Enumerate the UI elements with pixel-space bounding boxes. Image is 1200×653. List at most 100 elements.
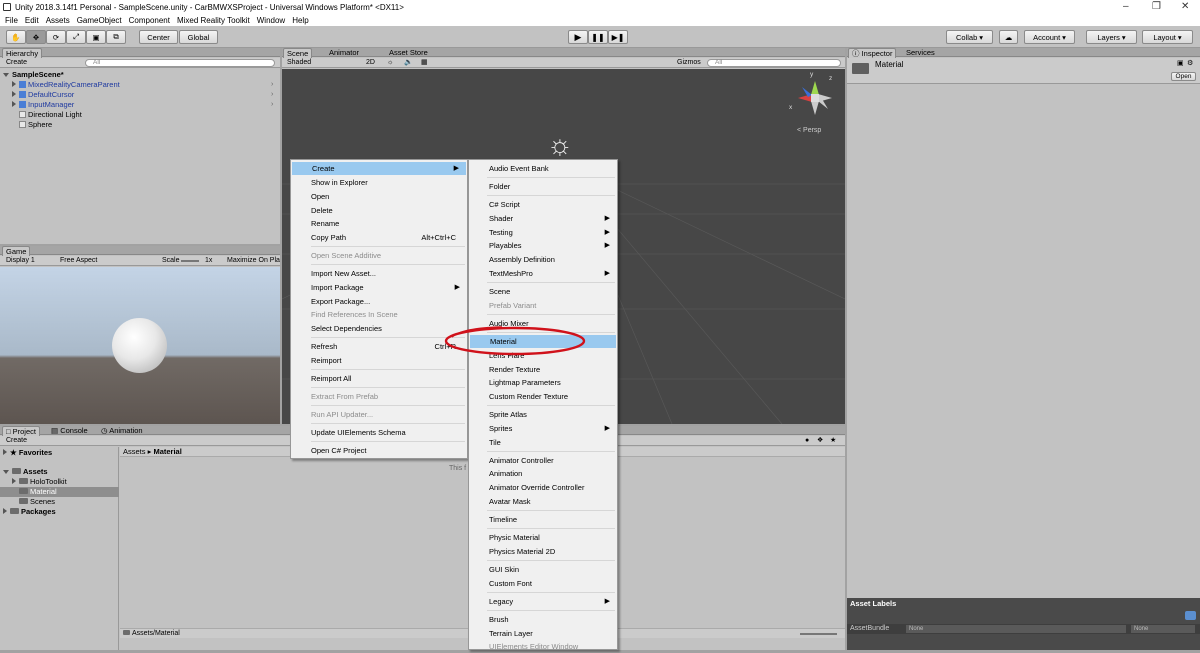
- expand-arrow-icon[interactable]: [3, 449, 7, 455]
- hierarchy-item[interactable]: Sphere: [19, 120, 52, 130]
- tab-console[interactable]: ▤ Console: [48, 426, 91, 436]
- menu-item-animator-override-controller[interactable]: Animator Override Controller: [469, 481, 617, 494]
- tab-services[interactable]: Services: [903, 48, 938, 58]
- menu-item-export-package[interactable]: Export Package...: [291, 295, 467, 308]
- hand-tool-icon[interactable]: ✋: [6, 30, 26, 44]
- menu-item-show-in-explorer[interactable]: Show in Explorer: [291, 176, 467, 189]
- expand-arrow-icon[interactable]: [12, 91, 16, 97]
- menu-item-terrain-layer[interactable]: Terrain Layer: [469, 627, 617, 640]
- menu-item-tile[interactable]: Tile: [469, 436, 617, 449]
- scale-slider[interactable]: [181, 260, 199, 262]
- menu-item-avatar-mask[interactable]: Avatar Mask: [469, 495, 617, 508]
- help-book-icon[interactable]: ▣: [1177, 59, 1184, 67]
- more-arrow-icon[interactable]: ›: [271, 91, 273, 98]
- tab-scene[interactable]: Scene: [283, 48, 313, 58]
- favorite-star-icon[interactable]: ★: [830, 436, 836, 444]
- menu-edit[interactable]: Edit: [25, 16, 39, 25]
- layout-button[interactable]: Layout ▾: [1142, 30, 1193, 44]
- tab-asset-store[interactable]: Asset Store: [386, 48, 431, 58]
- search-by-label-icon[interactable]: ❖: [817, 436, 823, 444]
- audio-toggle-icon[interactable]: 🔈: [404, 58, 413, 68]
- menu-item-import-new-asset[interactable]: Import New Asset...: [291, 267, 467, 280]
- menu-item-animation[interactable]: Animation: [469, 467, 617, 480]
- 2d-toggle[interactable]: 2D: [366, 58, 375, 68]
- folder-item[interactable]: HoloToolkit: [12, 477, 67, 487]
- rect-tool-icon[interactable]: ▣: [86, 30, 106, 44]
- menu-component[interactable]: Component: [129, 16, 170, 25]
- hierarchy-item[interactable]: InputManager: [12, 100, 74, 110]
- gizmos-dropdown[interactable]: Gizmos: [677, 58, 701, 68]
- pause-button[interactable]: ❚❚: [588, 30, 608, 44]
- label-tag-icon[interactable]: [1185, 611, 1196, 620]
- menu-file[interactable]: File: [5, 16, 18, 25]
- menu-item-lightmap-parameters[interactable]: Lightmap Parameters: [469, 376, 617, 389]
- tab-animation[interactable]: ◷ Animation: [98, 426, 146, 436]
- menu-item-shader[interactable]: Shader ▶: [469, 212, 617, 225]
- menu-item-physics-material-2d[interactable]: Physics Material 2D: [469, 545, 617, 558]
- rotate-tool-icon[interactable]: ⟳: [46, 30, 66, 44]
- menu-item-select-dependencies[interactable]: Select Dependencies: [291, 322, 467, 335]
- menu-item-reimport-all[interactable]: Reimport All: [291, 372, 467, 385]
- transform-tool-icon[interactable]: ⧉: [106, 30, 126, 44]
- asset-bundle-variant-dropdown[interactable]: None: [1131, 625, 1195, 633]
- menu-item-refresh[interactable]: Refresh Ctrl+R: [291, 340, 467, 353]
- expand-arrow-icon[interactable]: [12, 478, 16, 484]
- scene-orientation-gizmo[interactable]: [790, 73, 840, 123]
- shading-mode-dropdown[interactable]: Shaded: [287, 58, 311, 68]
- menu-item-open-csharp-project[interactable]: Open C# Project: [291, 444, 467, 457]
- expand-arrow-icon[interactable]: [12, 81, 16, 87]
- tab-project[interactable]: □ Project: [2, 426, 40, 436]
- expand-arrow-icon[interactable]: [3, 508, 7, 514]
- menu-item-csharp-script[interactable]: C# Script: [469, 198, 617, 211]
- menu-item-render-texture[interactable]: Render Texture: [469, 363, 617, 376]
- scene-root[interactable]: SampleScene*: [3, 70, 64, 80]
- menu-help[interactable]: Help: [292, 16, 308, 25]
- menu-mixed-reality-toolkit[interactable]: Mixed Reality Toolkit: [177, 16, 250, 25]
- hierarchy-item[interactable]: Directional Light: [19, 110, 82, 120]
- tab-animator[interactable]: Animator: [326, 48, 362, 58]
- project-create-button[interactable]: Create: [6, 436, 27, 446]
- menu-item-open[interactable]: Open: [291, 190, 467, 203]
- menu-item-copy-path[interactable]: Copy Path Alt+Ctrl+C: [291, 231, 467, 244]
- tab-game[interactable]: Game: [2, 246, 31, 256]
- step-button[interactable]: ▶❚: [608, 30, 628, 44]
- expand-arrow-icon[interactable]: [12, 101, 16, 107]
- expand-arrow-icon[interactable]: [3, 470, 9, 474]
- menu-item-brush[interactable]: Brush: [469, 613, 617, 626]
- menu-item-delete[interactable]: Delete: [291, 204, 467, 217]
- menu-item-gui-skin[interactable]: GUI Skin: [469, 563, 617, 576]
- menu-item-folder[interactable]: Folder: [469, 180, 617, 193]
- menu-item-custom-render-texture[interactable]: Custom Render Texture: [469, 390, 617, 403]
- menu-item-create[interactable]: Create ▶: [292, 162, 466, 175]
- menu-item-audio-event-bank[interactable]: Audio Event Bank: [469, 162, 617, 175]
- game-view[interactable]: [0, 267, 280, 424]
- pivot-center-button[interactable]: Center: [139, 30, 178, 44]
- menu-gameobject[interactable]: GameObject: [77, 16, 122, 25]
- menu-item-sprites[interactable]: Sprites ▶: [469, 422, 617, 435]
- global-button[interactable]: Global: [179, 30, 218, 44]
- asset-bundle-dropdown[interactable]: None: [906, 625, 1126, 633]
- folder-item[interactable]: Scenes: [19, 497, 55, 507]
- menu-item-playables[interactable]: Playables ▶: [469, 239, 617, 252]
- more-arrow-icon[interactable]: ›: [271, 101, 273, 108]
- restore-icon[interactable]: ❐: [1152, 0, 1161, 14]
- lighting-toggle-icon[interactable]: ☼: [387, 58, 393, 68]
- menu-item-testing[interactable]: Testing ▶: [469, 226, 617, 239]
- collab-button[interactable]: Collab ▾: [946, 30, 993, 44]
- tab-hierarchy[interactable]: Hierarchy: [2, 48, 43, 58]
- open-button[interactable]: Open: [1171, 72, 1196, 81]
- menu-window[interactable]: Window: [257, 16, 285, 25]
- menu-item-sprite-atlas[interactable]: Sprite Atlas: [469, 408, 617, 421]
- more-arrow-icon[interactable]: ›: [271, 81, 273, 88]
- scale-tool-icon[interactable]: ⤢: [66, 30, 86, 44]
- menu-item-timeline[interactable]: Timeline: [469, 513, 617, 526]
- close-icon[interactable]: ✕: [1181, 0, 1189, 14]
- play-button[interactable]: ▶: [568, 30, 588, 44]
- menu-item-legacy[interactable]: Legacy ▶: [469, 595, 617, 608]
- settings-gear-icon[interactable]: ⚙: [1187, 59, 1193, 67]
- tab-inspector[interactable]: ⓘ Inspector: [848, 48, 897, 58]
- maximize-on-play-button[interactable]: Maximize On Pla: [227, 256, 280, 266]
- packages-node[interactable]: Packages: [3, 507, 56, 517]
- hierarchy-item[interactable]: MixedRealityCameraParent: [12, 80, 120, 90]
- effects-toggle-icon[interactable]: ▦: [421, 58, 428, 68]
